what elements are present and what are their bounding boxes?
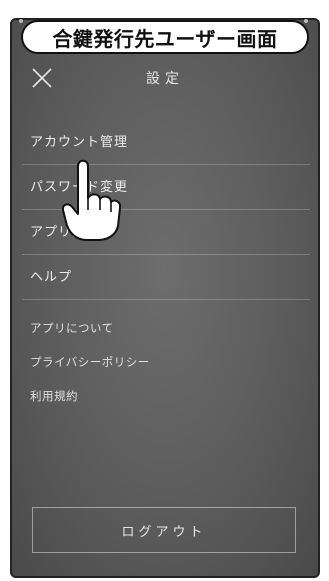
link-about-app[interactable]: アプリについて	[30, 318, 290, 352]
logout-button[interactable]: ログアウト	[32, 507, 296, 553]
settings-header: 設定	[10, 58, 320, 98]
link-terms-of-use[interactable]: 利用規約	[30, 386, 290, 420]
link-privacy-policy[interactable]: プライバシーポリシー	[30, 352, 290, 386]
info-links: アプリについて プライバシーポリシー 利用規約	[30, 318, 290, 420]
pointing-hand-icon	[58, 152, 124, 242]
page-title: 設定	[146, 71, 184, 87]
corner-dot-left	[19, 19, 23, 23]
corner-dot-right	[304, 19, 308, 23]
menu-item-help[interactable]: ヘルプ	[22, 255, 310, 300]
screen-caption: 合鍵発行先ユーザー画面	[21, 20, 309, 54]
